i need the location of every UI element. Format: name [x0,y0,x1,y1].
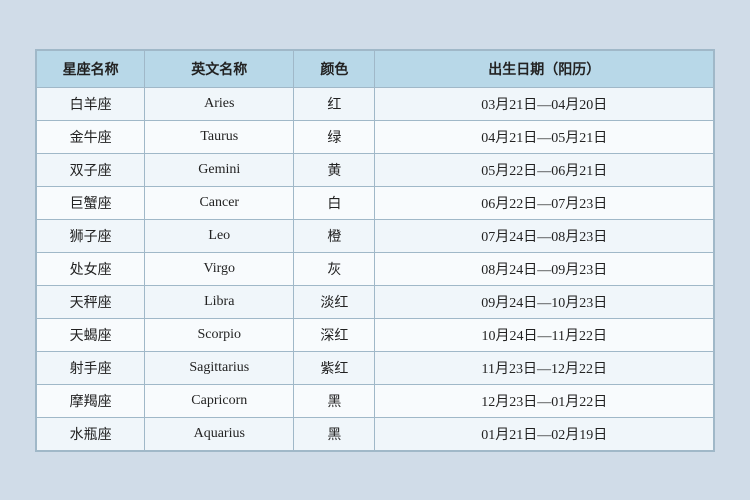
cell-date: 01月21日—02月19日 [375,417,714,450]
cell-date: 12月23日—01月22日 [375,384,714,417]
cell-chinese: 处女座 [37,252,145,285]
cell-color: 紫红 [294,351,375,384]
table-row: 处女座Virgo灰08月24日—09月23日 [37,252,714,285]
cell-english: Capricorn [145,384,294,417]
cell-chinese: 天蝎座 [37,318,145,351]
table-row: 白羊座Aries红03月21日—04月20日 [37,87,714,120]
cell-date: 03月21日—04月20日 [375,87,714,120]
cell-date: 04月21日—05月21日 [375,120,714,153]
table-header-row: 星座名称 英文名称 颜色 出生日期（阳历） [37,50,714,87]
cell-english: Aries [145,87,294,120]
table-row: 射手座Sagittarius紫红11月23日—12月22日 [37,351,714,384]
cell-color: 红 [294,87,375,120]
cell-english: Leo [145,219,294,252]
cell-chinese: 摩羯座 [37,384,145,417]
cell-color: 白 [294,186,375,219]
cell-chinese: 狮子座 [37,219,145,252]
cell-english: Aquarius [145,417,294,450]
cell-color: 淡红 [294,285,375,318]
table-row: 天蝎座Scorpio深红10月24日—11月22日 [37,318,714,351]
cell-date: 10月24日—11月22日 [375,318,714,351]
header-color: 颜色 [294,50,375,87]
cell-english: Cancer [145,186,294,219]
header-chinese: 星座名称 [37,50,145,87]
cell-english: Libra [145,285,294,318]
cell-english: Scorpio [145,318,294,351]
header-english: 英文名称 [145,50,294,87]
zodiac-table-container: 星座名称 英文名称 颜色 出生日期（阳历） 白羊座Aries红03月21日—04… [35,49,715,452]
cell-english: Taurus [145,120,294,153]
cell-date: 06月22日—07月23日 [375,186,714,219]
table-body: 白羊座Aries红03月21日—04月20日金牛座Taurus绿04月21日—0… [37,87,714,450]
cell-chinese: 双子座 [37,153,145,186]
table-row: 巨蟹座Cancer白06月22日—07月23日 [37,186,714,219]
zodiac-table: 星座名称 英文名称 颜色 出生日期（阳历） 白羊座Aries红03月21日—04… [36,50,714,451]
cell-chinese: 水瓶座 [37,417,145,450]
cell-date: 07月24日—08月23日 [375,219,714,252]
cell-color: 橙 [294,219,375,252]
table-row: 摩羯座Capricorn黑12月23日—01月22日 [37,384,714,417]
table-row: 天秤座Libra淡红09月24日—10月23日 [37,285,714,318]
cell-color: 黄 [294,153,375,186]
cell-date: 05月22日—06月21日 [375,153,714,186]
cell-date: 09月24日—10月23日 [375,285,714,318]
cell-color: 灰 [294,252,375,285]
cell-date: 08月24日—09月23日 [375,252,714,285]
cell-date: 11月23日—12月22日 [375,351,714,384]
cell-chinese: 巨蟹座 [37,186,145,219]
table-row: 双子座Gemini黄05月22日—06月21日 [37,153,714,186]
table-row: 狮子座Leo橙07月24日—08月23日 [37,219,714,252]
cell-chinese: 天秤座 [37,285,145,318]
cell-color: 深红 [294,318,375,351]
cell-chinese: 白羊座 [37,87,145,120]
cell-english: Virgo [145,252,294,285]
cell-english: Gemini [145,153,294,186]
header-date: 出生日期（阳历） [375,50,714,87]
cell-color: 黑 [294,417,375,450]
table-row: 水瓶座Aquarius黑01月21日—02月19日 [37,417,714,450]
cell-color: 黑 [294,384,375,417]
table-row: 金牛座Taurus绿04月21日—05月21日 [37,120,714,153]
cell-color: 绿 [294,120,375,153]
cell-chinese: 射手座 [37,351,145,384]
cell-english: Sagittarius [145,351,294,384]
cell-chinese: 金牛座 [37,120,145,153]
